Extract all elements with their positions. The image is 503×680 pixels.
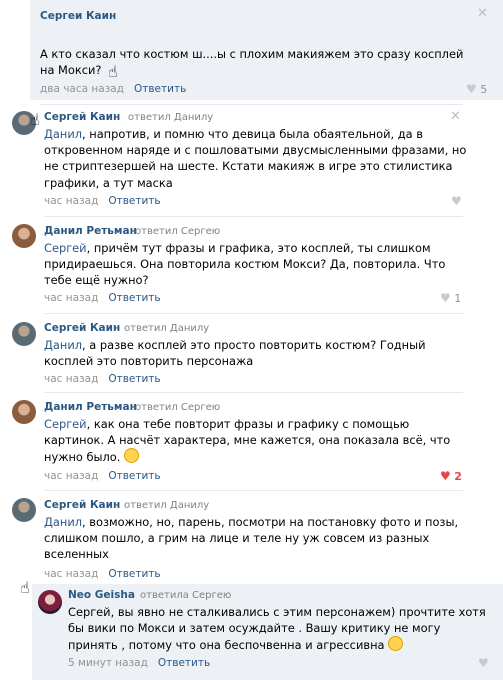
comment-text: Сергей, вы явно не сталкивались с этим п…: [68, 605, 486, 653]
addressee-link[interactable]: Данил: [44, 515, 82, 529]
heart-icon: ♥: [478, 656, 489, 670]
close-icon[interactable]: ✕: [450, 109, 461, 124]
reply-to-label: ответил Данилу: [128, 112, 214, 123]
reply-button[interactable]: Ответить: [108, 373, 160, 385]
like-button[interactable]: ♥ 5: [466, 82, 487, 96]
comment-time[interactable]: час назад: [44, 195, 98, 207]
comment-time[interactable]: час назад: [44, 373, 98, 385]
comment-text: А кто сказал что костюм ш....ы с плохим …: [40, 47, 464, 78]
reply-button[interactable]: Ответить: [108, 470, 160, 482]
comment-text: Данил, а разве косплей это просто повтор…: [44, 338, 426, 369]
comment-footer: час назад Ответить: [44, 470, 161, 482]
reply-to-label: ответил Данилу: [124, 323, 210, 334]
comment-time[interactable]: час назад: [44, 292, 98, 304]
addressee-link[interactable]: Сергей: [44, 417, 87, 431]
comment-author[interactable]: Данил Ретьман: [44, 401, 137, 413]
like-button[interactable]: ♥ 1: [440, 291, 461, 305]
comment-footer: час назад Ответить: [44, 292, 161, 304]
comment-footer: 5 минут назад Ответить: [68, 657, 210, 669]
comment-footer: час назад Ответить: [44, 568, 161, 580]
divider: [44, 392, 463, 393]
like-button[interactable]: ♥: [478, 656, 489, 670]
reply-to-label: ответил Сергею: [135, 226, 221, 237]
divider: [40, 104, 463, 105]
close-icon[interactable]: ✕: [477, 6, 488, 21]
heart-icon: ♥: [451, 194, 462, 208]
comment-author[interactable]: Сергей Каин: [44, 499, 120, 511]
reply-button[interactable]: Ответить: [108, 195, 160, 207]
comment-time[interactable]: час назад: [44, 568, 98, 580]
hand-cursor-icon: ☝: [30, 110, 40, 129]
comment-author[interactable]: Сергеи Каин: [40, 10, 116, 22]
divider: [44, 216, 463, 217]
avatar[interactable]: [12, 400, 36, 424]
divider: [44, 313, 463, 314]
reply-button[interactable]: Ответить: [158, 657, 210, 669]
comment-text: Сергей, причём тут фразы и графика, это …: [44, 241, 446, 288]
hand-cursor-icon: ☝: [20, 578, 30, 597]
comment-footer: два часа назад Ответить: [40, 83, 186, 95]
avatar[interactable]: [12, 224, 36, 248]
like-button[interactable]: ♥ 2: [440, 469, 462, 483]
smile-emoji-icon: [388, 636, 404, 652]
divider: [44, 490, 463, 491]
comment-footer: час назад Ответить: [44, 373, 161, 385]
avatar[interactable]: [12, 498, 36, 522]
avatar[interactable]: [38, 590, 62, 614]
reply-button[interactable]: Ответить: [108, 292, 160, 304]
comment-text: Данил, напротив, и помню что девица была…: [44, 127, 467, 190]
reply-to-label: ответила Сергею: [140, 590, 232, 601]
comment-footer: час назад Ответить: [44, 195, 161, 207]
addressee-link[interactable]: Данил: [44, 338, 82, 352]
heart-icon: ♥: [466, 82, 477, 96]
comment-text: Сергей, как она тебе повторит фразы и гр…: [44, 417, 451, 465]
reply-to-label: ответил Данилу: [124, 500, 210, 511]
like-count: 5: [480, 83, 488, 96]
comment-text: Данил, возможно, но, парень, посмотри на…: [44, 515, 459, 562]
reply-button[interactable]: Ответить: [134, 83, 186, 95]
thinking-emoji-icon: [124, 448, 140, 464]
comment-author[interactable]: Neo Geisha: [68, 589, 135, 601]
hand-cursor-icon: ☝: [108, 62, 118, 81]
comment-time[interactable]: два часа назад: [40, 83, 124, 95]
addressee-link[interactable]: Сергей: [44, 241, 87, 255]
reply-to-label: ответил Сергею: [135, 402, 221, 413]
comment-author[interactable]: Данил Ретьман: [44, 225, 137, 237]
addressee-link[interactable]: Данил: [44, 127, 82, 141]
like-count: 2: [454, 470, 462, 483]
comment-time[interactable]: 5 минут назад: [68, 657, 148, 669]
heart-icon: ♥: [440, 469, 451, 483]
like-button[interactable]: ♥: [451, 194, 462, 208]
like-count: 1: [454, 292, 462, 305]
avatar[interactable]: [12, 322, 36, 346]
reply-button[interactable]: Ответить: [108, 568, 160, 580]
comment-author[interactable]: Сергей Каин: [44, 111, 120, 123]
heart-icon: ♥: [440, 291, 451, 305]
comment-time[interactable]: час назад: [44, 470, 98, 482]
comment-author[interactable]: Сергей Каин: [44, 322, 120, 334]
